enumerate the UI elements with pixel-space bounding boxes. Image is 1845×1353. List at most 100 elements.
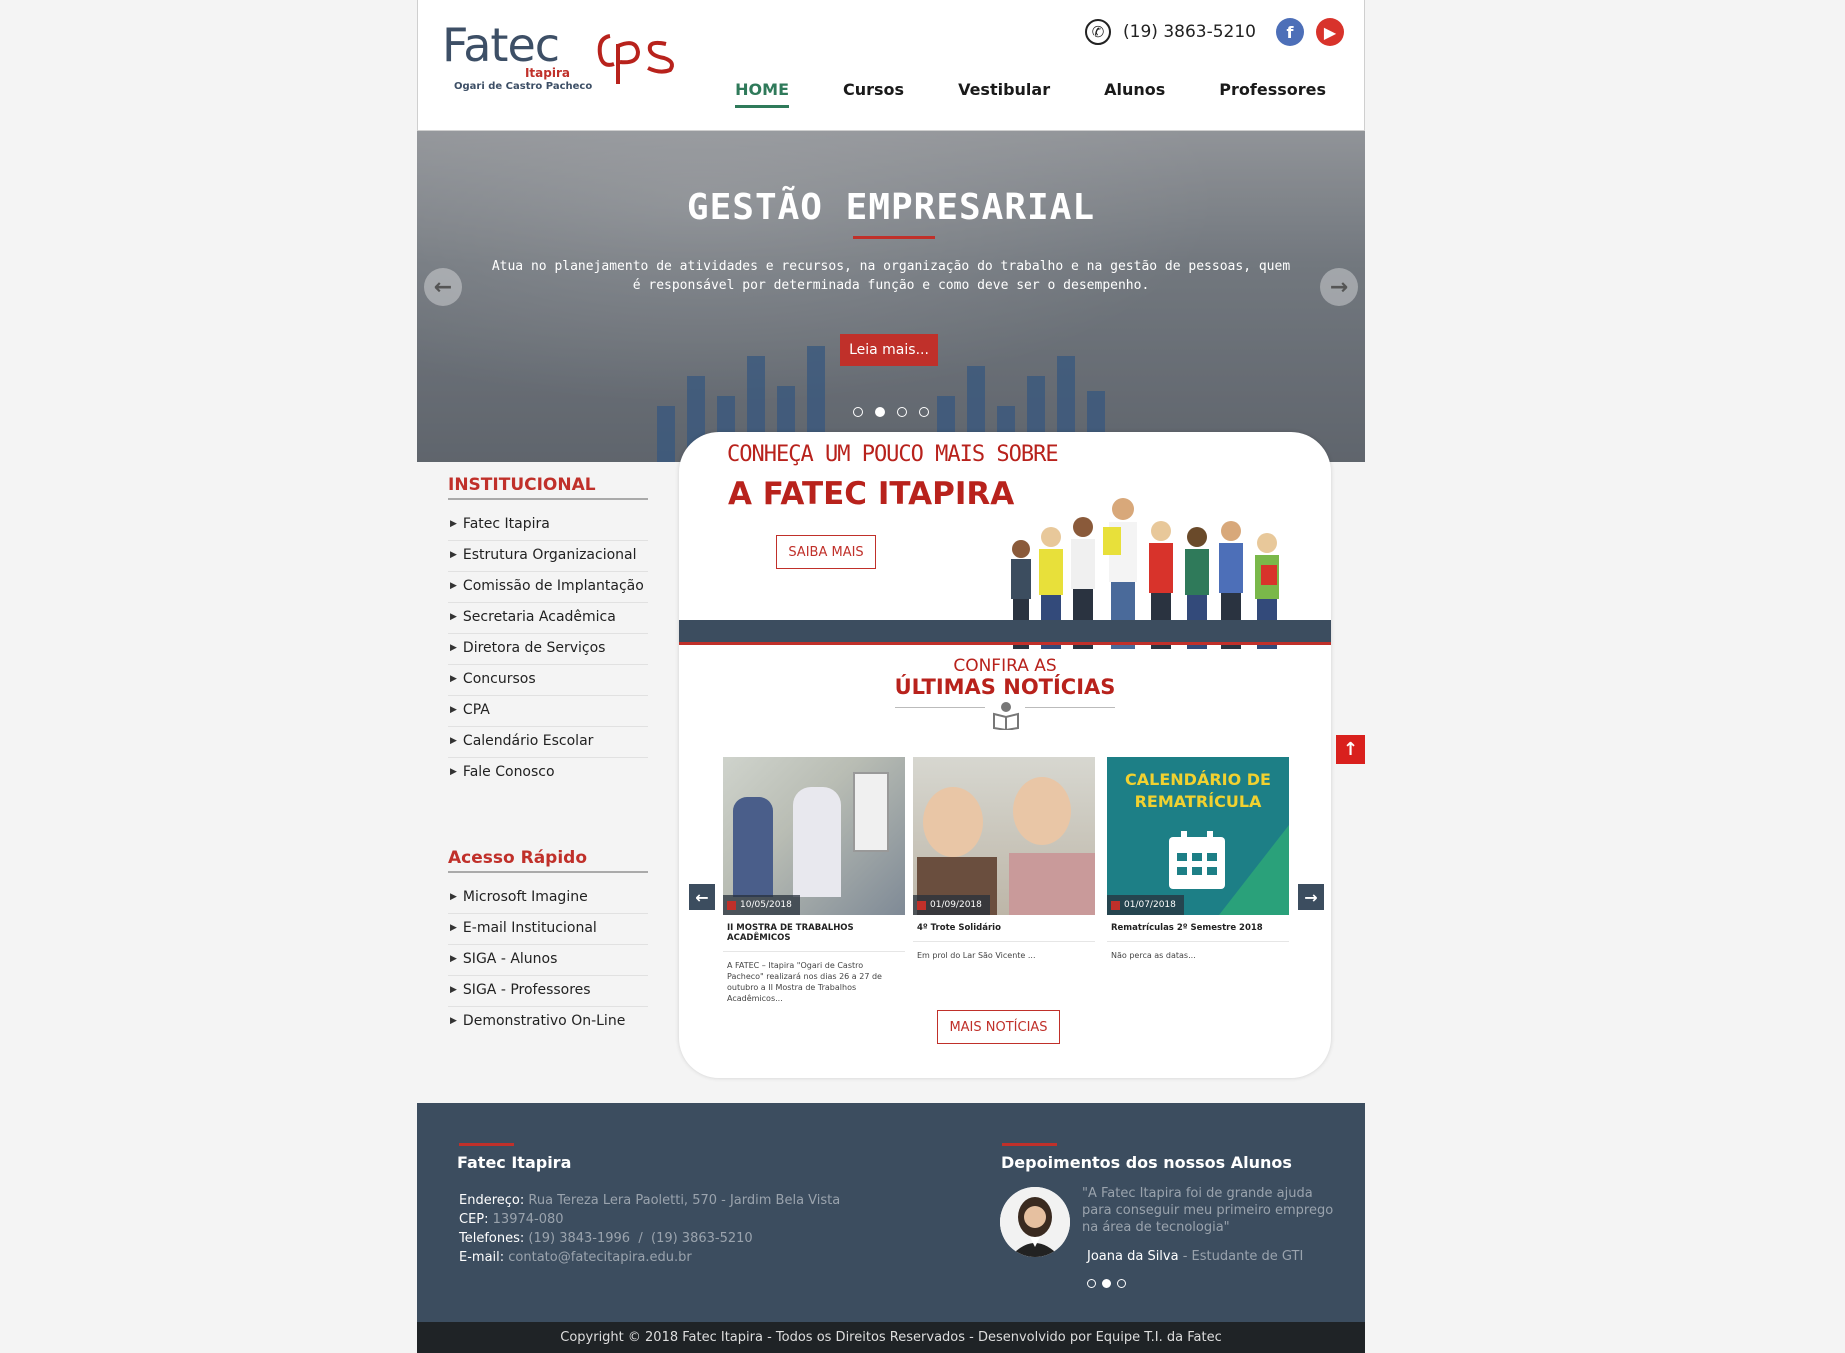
mais-noticias-button[interactable]: MAIS NOTÍCIAS bbox=[937, 1010, 1060, 1044]
nav-cursos[interactable]: Cursos bbox=[843, 80, 904, 108]
news-prev-arrow-icon[interactable]: ← bbox=[689, 884, 715, 910]
triangle-right-icon: ▶ bbox=[450, 736, 457, 746]
facebook-icon[interactable]: f bbox=[1276, 18, 1304, 46]
about-heading: A FATEC ITAPIRA bbox=[728, 476, 1015, 512]
sidebar-item[interactable]: ▶ Diretora de Serviços bbox=[448, 634, 648, 665]
sidebar-title-institucional: INSTITUCIONAL bbox=[448, 475, 648, 500]
hero-dot[interactable] bbox=[875, 407, 885, 417]
hero-title-underline bbox=[853, 236, 935, 239]
triangle-right-icon: ▶ bbox=[450, 674, 457, 684]
youtube-icon[interactable]: ▶ bbox=[1316, 18, 1344, 46]
sidebar-title-acesso: Acesso Rápido bbox=[448, 848, 648, 873]
calendar-icon bbox=[917, 900, 926, 910]
triangle-right-icon: ▶ bbox=[450, 954, 457, 964]
hero-title: GESTÃO EMPRESARIAL bbox=[686, 187, 1096, 228]
triangle-right-icon: ▶ bbox=[450, 985, 457, 995]
site-header: Fatec Itapira Ogari de Castro Pacheco ✆ … bbox=[417, 0, 1365, 131]
news-title[interactable]: II MOSTRA DE TRABALHOS ACADÊMICOS bbox=[723, 915, 905, 952]
sidebar-item[interactable]: ▶ E-mail Institucional bbox=[448, 914, 648, 945]
back-to-top-arrow-icon[interactable]: ↑ bbox=[1336, 735, 1365, 764]
triangle-right-icon: ▶ bbox=[450, 612, 457, 622]
sidebar-item[interactable]: ▶ Fale Conosco bbox=[448, 758, 648, 788]
news-title[interactable]: 4º Trote Solidário bbox=[913, 915, 1095, 942]
news-image: CALENDÁRIO DE REMATRÍCULA 01/07/2018 bbox=[1107, 757, 1289, 915]
sidebar-item[interactable]: ▶ Comissão de Implantação bbox=[448, 572, 648, 603]
hero-dot[interactable] bbox=[897, 407, 907, 417]
footer-title-depoimentos: Depoimentos dos nossos Alunos bbox=[1001, 1153, 1292, 1172]
footer-cep: 13974-080 bbox=[492, 1212, 564, 1227]
nav-home[interactable]: HOME bbox=[735, 80, 789, 108]
sidebar-item[interactable]: ▶ SIGA - Alunos bbox=[448, 945, 648, 976]
triangle-right-icon: ▶ bbox=[450, 1016, 457, 1026]
copyright-text: Copyright © 2018 Fatec Itapira - Todos o… bbox=[560, 1330, 1222, 1345]
hero-next-arrow-icon[interactable]: → bbox=[1320, 268, 1358, 306]
copyright-bar: Copyright © 2018 Fatec Itapira - Todos o… bbox=[417, 1322, 1365, 1353]
divider-band bbox=[679, 620, 1331, 645]
news-excerpt: Não perca as datas... bbox=[1111, 951, 1196, 960]
news-title[interactable]: Rematrículas 2º Semestre 2018 bbox=[1107, 915, 1289, 942]
hero-dot[interactable] bbox=[853, 407, 863, 417]
testimonial-author: Joana da Silva - Estudante de GTI bbox=[1087, 1249, 1304, 1264]
news-banner-text: CALENDÁRIO DE REMATRÍCULA bbox=[1125, 770, 1271, 811]
about-kicker: CONHEÇA UM POUCO MAIS SOBRE bbox=[727, 442, 1059, 467]
news-excerpt: Em prol do Lar São Vicente ... bbox=[917, 951, 1036, 960]
hero-pagination bbox=[417, 407, 1365, 417]
phone-icon: ✆ bbox=[1085, 19, 1112, 45]
triangle-right-icon: ▶ bbox=[450, 581, 457, 591]
fatec-logo[interactable]: Fatec Itapira Ogari de Castro Pacheco bbox=[442, 18, 592, 96]
news-image: 10/05/2018 bbox=[723, 757, 905, 915]
calendar-icon bbox=[727, 900, 736, 910]
testimonial-pagination bbox=[1087, 1279, 1126, 1288]
testimonial-dot[interactable] bbox=[1117, 1279, 1126, 1288]
news-card[interactable]: CALENDÁRIO DE REMATRÍCULA 01/07/2018 Rem… bbox=[1107, 757, 1289, 969]
triangle-right-icon: ▶ bbox=[450, 643, 457, 653]
news-card[interactable]: 01/09/2018 4º Trote Solidário Em prol do… bbox=[913, 757, 1095, 969]
triangle-right-icon: ▶ bbox=[450, 519, 457, 529]
logo-text: Fatec bbox=[442, 18, 560, 72]
main-card: CONHEÇA UM POUCO MAIS SOBRE A FATEC ITAP… bbox=[679, 432, 1331, 1078]
main-nav: HOME Cursos Vestibular Alunos Professore… bbox=[681, 80, 1326, 108]
footer-address: Rua Tereza Lera Paoletti, 570 - Jardim B… bbox=[528, 1193, 841, 1208]
sidebar-item[interactable]: ▶ CPA bbox=[448, 696, 648, 727]
news-excerpt: A FATEC – Itapira "Ogari de Castro Pache… bbox=[727, 961, 882, 1003]
footer-accent-line bbox=[1002, 1143, 1057, 1146]
nav-alunos[interactable]: Alunos bbox=[1104, 80, 1165, 108]
triangle-right-icon: ▶ bbox=[450, 550, 457, 560]
hero-dot[interactable] bbox=[919, 407, 929, 417]
header-contact: ✆ (19) 3863-5210 f ▶ bbox=[1085, 18, 1344, 46]
sidebar-item[interactable]: ▶ Demonstrativo On-Line bbox=[448, 1007, 648, 1037]
triangle-right-icon: ▶ bbox=[450, 892, 457, 902]
sidebar-item[interactable]: ▶ Concursos bbox=[448, 665, 648, 696]
footer-title-fatec: Fatec Itapira bbox=[457, 1153, 572, 1172]
news-image: 01/09/2018 bbox=[913, 757, 1095, 915]
triangle-right-icon: ▶ bbox=[450, 705, 457, 715]
sidebar-item[interactable]: ▶ SIGA - Professores bbox=[448, 976, 648, 1007]
reader-book-icon bbox=[993, 702, 1019, 730]
hero-prev-arrow-icon[interactable]: ← bbox=[424, 268, 462, 306]
nav-professores[interactable]: Professores bbox=[1219, 80, 1326, 108]
footer-email[interactable]: contato@fatecitapira.edu.br bbox=[508, 1250, 691, 1265]
calendar-icon bbox=[1111, 900, 1120, 910]
leia-mais-button[interactable]: Leia mais... bbox=[840, 334, 938, 366]
saiba-mais-button[interactable]: SAIBA MAIS bbox=[776, 535, 876, 569]
triangle-right-icon: ▶ bbox=[450, 767, 457, 777]
footer-contact-info: Endereço: Rua Tereza Lera Paoletti, 570 … bbox=[459, 1193, 841, 1265]
nav-vestibular[interactable]: Vestibular bbox=[958, 80, 1050, 108]
news-next-arrow-icon[interactable]: → bbox=[1298, 884, 1324, 910]
sidebar-item[interactable]: ▶ Microsoft Imagine bbox=[448, 883, 648, 914]
logo-city: Itapira bbox=[524, 66, 570, 80]
triangle-right-icon: ▶ bbox=[450, 923, 457, 933]
sidebar-item[interactable]: ▶ Fatec Itapira bbox=[448, 510, 648, 541]
cps-logo[interactable] bbox=[596, 24, 686, 88]
sidebar-item[interactable]: ▶ Estrutura Organizacional bbox=[448, 541, 648, 572]
news-card[interactable]: 10/05/2018 II MOSTRA DE TRABALHOS ACADÊM… bbox=[723, 757, 905, 1012]
calendar-icon bbox=[1169, 831, 1225, 889]
testimonial-dot[interactable] bbox=[1102, 1279, 1111, 1288]
testimonial-dot[interactable] bbox=[1087, 1279, 1096, 1288]
sidebar-acesso-rapido: Acesso Rápido ▶ Microsoft Imagine ▶ E-mail… bbox=[448, 848, 648, 1037]
logo-subtitle: Ogari de Castro Pacheco bbox=[454, 81, 593, 92]
sidebar-item[interactable]: ▶ Calendário Escolar bbox=[448, 727, 648, 758]
sidebar-item[interactable]: ▶ Secretaria Acadêmica bbox=[448, 603, 648, 634]
footer-accent-line bbox=[459, 1143, 514, 1146]
news-heading: ÚLTIMAS NOTÍCIAS bbox=[894, 675, 1116, 699]
